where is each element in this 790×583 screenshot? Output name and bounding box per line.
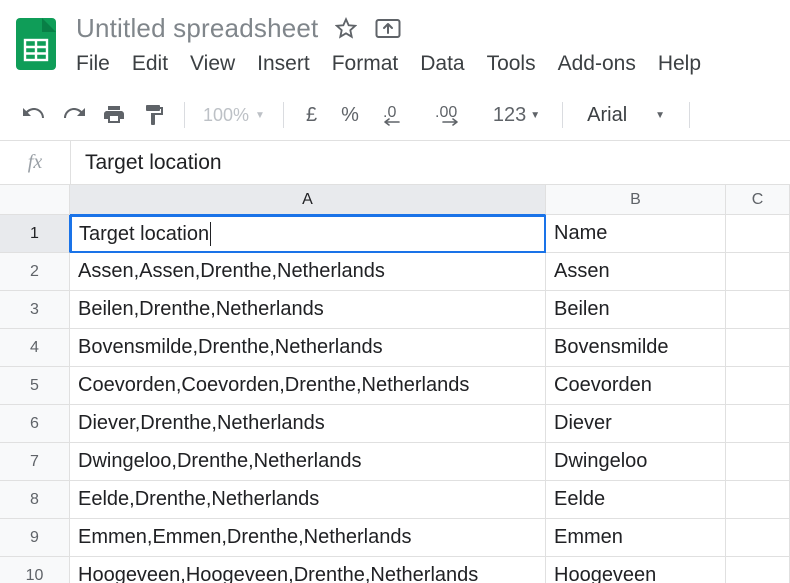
row-header[interactable]: 3 — [0, 291, 70, 329]
font-family-dropdown[interactable]: Arial ▼ — [573, 104, 679, 127]
cell-b6[interactable]: Diever — [546, 405, 726, 443]
cell-a9[interactable]: Emmen,Emmen,Drenthe,Netherlands — [70, 519, 546, 557]
title-bar: Untitled spreadsheet File Edit View — [0, 0, 790, 76]
cell-b2[interactable]: Assen — [546, 253, 726, 291]
menu-view[interactable]: View — [190, 52, 235, 76]
menu-data[interactable]: Data — [420, 52, 464, 76]
row-header[interactable]: 2 — [0, 253, 70, 291]
fx-label: fx — [0, 151, 70, 174]
zoom-dropdown[interactable]: 100% ▼ — [195, 105, 273, 126]
cell-b8[interactable]: Eelde — [546, 481, 726, 519]
row-header[interactable]: 4 — [0, 329, 70, 367]
font-label: Arial — [587, 104, 627, 127]
more-formats-dropdown[interactable]: 123 ▼ — [481, 96, 552, 134]
row-header[interactable]: 1 — [0, 215, 70, 253]
cell-c2[interactable] — [726, 253, 790, 291]
star-icon[interactable] — [332, 14, 360, 42]
cell-a3[interactable]: Beilen,Drenthe,Netherlands — [70, 291, 546, 329]
paint-format-button[interactable] — [134, 96, 174, 134]
cell-c10[interactable] — [726, 557, 790, 583]
chevron-down-icon: ▼ — [255, 110, 265, 121]
format-percent-button[interactable]: % — [329, 96, 371, 134]
cell-b4[interactable]: Bovensmilde — [546, 329, 726, 367]
google-sheets-window: Untitled spreadsheet File Edit View — [0, 0, 790, 583]
chevron-down-icon: ▼ — [530, 110, 540, 121]
cell-b7[interactable]: Dwingeloo — [546, 443, 726, 481]
menu-insert[interactable]: Insert — [257, 52, 310, 76]
formula-input[interactable] — [71, 150, 790, 176]
cell-b5[interactable]: Coevorden — [546, 367, 726, 405]
decrease-decimal-button[interactable]: .0 — [371, 96, 423, 134]
increase-decimal-button[interactable]: .00 — [423, 96, 481, 134]
cell-b3[interactable]: Beilen — [546, 291, 726, 329]
toolbar-separator — [184, 102, 185, 128]
menu-help[interactable]: Help — [658, 52, 701, 76]
toolbar-separator — [562, 102, 563, 128]
cell-a2[interactable]: Assen,Assen,Drenthe,Netherlands — [70, 253, 546, 291]
svg-text:.00: .00 — [435, 104, 457, 121]
cell-a4[interactable]: Bovensmilde,Drenthe,Netherlands — [70, 329, 546, 367]
row-header[interactable]: 7 — [0, 443, 70, 481]
row-header[interactable]: 6 — [0, 405, 70, 443]
toolbar-separator — [283, 102, 284, 128]
col-header-b[interactable]: B — [546, 185, 726, 215]
cell-c5[interactable] — [726, 367, 790, 405]
undo-button[interactable] — [14, 96, 54, 134]
cell-value: Target location — [79, 223, 209, 246]
spreadsheet-grid[interactable]: A B C 1 Target location Name 2 Assen,Ass… — [0, 185, 790, 583]
zoom-label: 100% — [203, 105, 249, 126]
menu-tools[interactable]: Tools — [487, 52, 536, 76]
menu-edit[interactable]: Edit — [132, 52, 168, 76]
redo-button[interactable] — [54, 96, 94, 134]
chevron-down-icon: ▼ — [655, 110, 665, 121]
formula-bar: fx — [0, 141, 790, 185]
cell-a10[interactable]: Hoogeveen,Hoogeveen,Drenthe,Netherlands — [70, 557, 546, 583]
select-all-corner[interactable] — [0, 185, 70, 215]
move-to-drive-icon[interactable] — [374, 14, 402, 42]
cell-a7[interactable]: Dwingeloo,Drenthe,Netherlands — [70, 443, 546, 481]
cell-b9[interactable]: Emmen — [546, 519, 726, 557]
col-header-c[interactable]: C — [726, 185, 790, 215]
format-123-label: 123 — [493, 104, 526, 127]
menu-format[interactable]: Format — [332, 52, 399, 76]
toolbar-separator — [689, 102, 690, 128]
col-header-a[interactable]: A — [70, 185, 546, 215]
menu-file[interactable]: File — [76, 52, 110, 76]
row-header[interactable]: 8 — [0, 481, 70, 519]
cell-c4[interactable] — [726, 329, 790, 367]
cell-c8[interactable] — [726, 481, 790, 519]
cell-c7[interactable] — [726, 443, 790, 481]
cell-a8[interactable]: Eelde,Drenthe,Netherlands — [70, 481, 546, 519]
format-currency-button[interactable]: £ — [294, 96, 329, 134]
cell-a6[interactable]: Diever,Drenthe,Netherlands — [70, 405, 546, 443]
row-header[interactable]: 5 — [0, 367, 70, 405]
cell-c6[interactable] — [726, 405, 790, 443]
cell-c1[interactable] — [726, 215, 790, 253]
print-button[interactable] — [94, 96, 134, 134]
cell-a5[interactable]: Coevorden,Coevorden,Drenthe,Netherlands — [70, 367, 546, 405]
cell-c9[interactable] — [726, 519, 790, 557]
cell-b1[interactable]: Name — [546, 215, 726, 253]
row-header[interactable]: 9 — [0, 519, 70, 557]
cell-a1[interactable]: Target location — [70, 215, 546, 253]
text-caret — [210, 222, 211, 246]
menu-addons[interactable]: Add-ons — [558, 52, 636, 76]
toolbar: 100% ▼ £ % .0 .00 123 ▼ Arial ▼ — [0, 90, 790, 140]
document-title[interactable]: Untitled spreadsheet — [76, 13, 318, 44]
cell-b10[interactable]: Hoogeveen — [546, 557, 726, 583]
cell-c3[interactable] — [726, 291, 790, 329]
sheets-logo[interactable] — [14, 16, 58, 72]
row-header[interactable]: 10 — [0, 557, 70, 583]
menu-bar: File Edit View Insert Format Data Tools … — [76, 46, 701, 76]
svg-text:.0: .0 — [383, 104, 396, 121]
